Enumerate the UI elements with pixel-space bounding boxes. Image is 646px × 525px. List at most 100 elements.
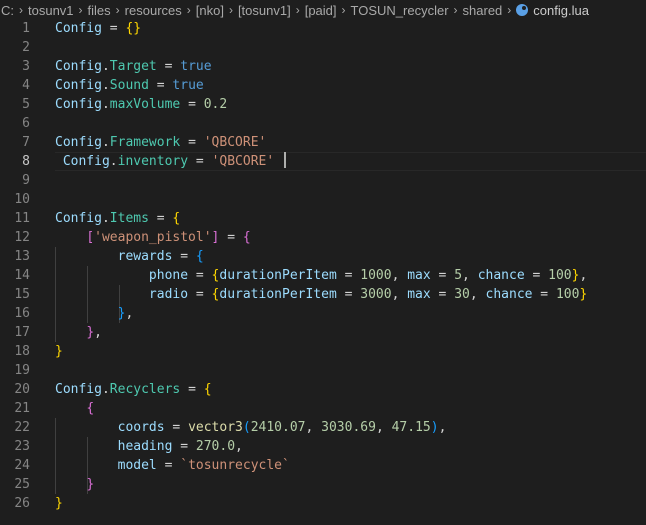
code-text: ['weapon_pistol'] = { <box>55 228 250 247</box>
code-token: = <box>156 458 181 473</box>
line-number: 4 <box>22 78 30 93</box>
code-token: = <box>430 287 455 302</box>
code-token: 47.15 <box>391 420 431 435</box>
breadcrumb-segment[interactable]: tosunv1 <box>28 3 74 18</box>
code-line[interactable]: 7 Config.Framework = 'QBCORE' <box>0 133 646 152</box>
line-number: 3 <box>22 59 30 74</box>
line-number: 13 <box>14 249 30 264</box>
code-token: . <box>101 211 110 226</box>
code-line[interactable]: 10 <box>0 190 646 209</box>
code-token: , <box>375 420 392 435</box>
breadcrumb-segment[interactable]: files <box>88 3 111 18</box>
code-line[interactable]: 21 { <box>0 399 646 418</box>
code-token: Framework <box>109 135 181 150</box>
code-token: durationPerItem <box>219 287 337 302</box>
code-text: heading = 270.0, <box>55 437 243 456</box>
breadcrumb-segment[interactable]: shared <box>463 3 503 18</box>
code-token: { <box>172 211 181 226</box>
chevron-right-icon: › <box>228 3 233 17</box>
code-text: rewards = { <box>55 247 204 266</box>
code-line[interactable]: 12 ['weapon_pistol'] = { <box>0 228 646 247</box>
breadcrumb-segment[interactable]: TOSUN_recycler <box>351 3 449 18</box>
code-token: = <box>101 21 126 36</box>
code-token: = <box>172 439 196 454</box>
breadcrumb-segment[interactable]: [tosunv1] <box>238 3 291 18</box>
line-number: 1 <box>22 21 30 36</box>
line-number: 17 <box>14 325 30 340</box>
code-token: , <box>94 325 102 340</box>
breadcrumb-segment[interactable]: C: <box>1 3 14 18</box>
code-token: max <box>407 268 431 283</box>
code-line[interactable]: 3 Config.Target = true <box>0 57 646 76</box>
code-line[interactable]: 20 Config.Recyclers = { <box>0 380 646 399</box>
code-text: } <box>55 494 63 513</box>
code-token: chance <box>477 268 525 283</box>
code-line[interactable]: 22 coords = vector3(2410.07, 3030.69, 47… <box>0 418 646 437</box>
code-line[interactable]: 6 <box>0 114 646 133</box>
code-text: Config.Recyclers = { <box>55 380 212 399</box>
code-line[interactable]: 24 model = `tosunrecycle` <box>0 456 646 475</box>
code-token: = <box>156 59 181 74</box>
code-token: . <box>101 135 110 150</box>
code-line[interactable]: 2 <box>0 38 646 57</box>
code-line[interactable]: 19 <box>0 361 646 380</box>
line-number: 24 <box>14 458 30 473</box>
code-token: 270.0 <box>195 439 236 454</box>
code-token: = <box>180 382 204 397</box>
chevron-right-icon: › <box>186 3 191 17</box>
code-line[interactable]: 9 <box>0 171 646 190</box>
chevron-right-icon: › <box>19 3 23 17</box>
breadcrumb-file[interactable]: config.lua <box>533 3 589 18</box>
chevron-right-icon: › <box>507 3 512 17</box>
code-token: , <box>469 287 486 302</box>
code-line[interactable]: 18} <box>0 342 646 361</box>
line-number: 10 <box>14 192 30 207</box>
code-text: { <box>55 399 94 418</box>
code-token: {} <box>125 21 142 36</box>
chevron-right-icon: › <box>115 3 120 17</box>
code-token: 2410.07 <box>250 420 306 435</box>
code-token: = <box>336 268 361 283</box>
code-editor[interactable]: 1 Config = {} 2 3 Config.Target = true 4 Confi… <box>0 19 646 525</box>
breadcrumb-segment[interactable]: resources <box>125 3 182 18</box>
code-line[interactable]: 16 }, <box>0 304 646 323</box>
code-text: Config.Items = { <box>55 209 180 228</box>
code-token: [ <box>86 230 95 245</box>
code-line[interactable]: 15 radio = {durationPerItem = 3000, max … <box>0 285 646 304</box>
code-token: , <box>462 268 478 283</box>
code-token: . <box>101 382 110 397</box>
code-token: = <box>180 135 204 150</box>
code-line[interactable]: 5 Config.maxVolume = 0.2 <box>0 95 646 114</box>
code-line[interactable]: 11 Config.Items = { <box>0 209 646 228</box>
code-line[interactable]: 14 phone = {durationPerItem = 1000, max … <box>0 266 646 285</box>
code-line[interactable]: 1 Config = {} <box>0 19 646 38</box>
code-line[interactable]: 8 Config.inventory = 'QBCORE' <box>0 152 646 171</box>
breadcrumb-segment[interactable]: [paid] <box>305 3 337 18</box>
code-line[interactable]: 4 Config.Sound = true <box>0 76 646 95</box>
code-token: = <box>188 154 212 169</box>
code-line[interactable]: 26} <box>0 494 646 513</box>
code-text: Config = {} <box>55 19 141 38</box>
code-token: 100 <box>555 287 580 302</box>
breadcrumb-segment[interactable]: [nko] <box>196 3 224 18</box>
line-number: 12 <box>14 230 30 245</box>
code-token: } <box>55 496 63 511</box>
line-number: 19 <box>14 363 30 378</box>
code-line[interactable]: 13 rewards = { <box>0 247 646 266</box>
code-text: } <box>55 342 63 361</box>
code-text: model = `tosunrecycle` <box>55 456 290 475</box>
code-token: ( <box>242 420 251 435</box>
code-token: , <box>391 287 408 302</box>
code-token: 3030.69 <box>321 420 376 435</box>
code-line[interactable]: 23 heading = 270.0, <box>0 437 646 456</box>
chevron-right-icon: › <box>78 3 83 17</box>
code-line[interactable]: 17 }, <box>0 323 646 342</box>
code-line[interactable]: 25 } <box>0 475 646 494</box>
